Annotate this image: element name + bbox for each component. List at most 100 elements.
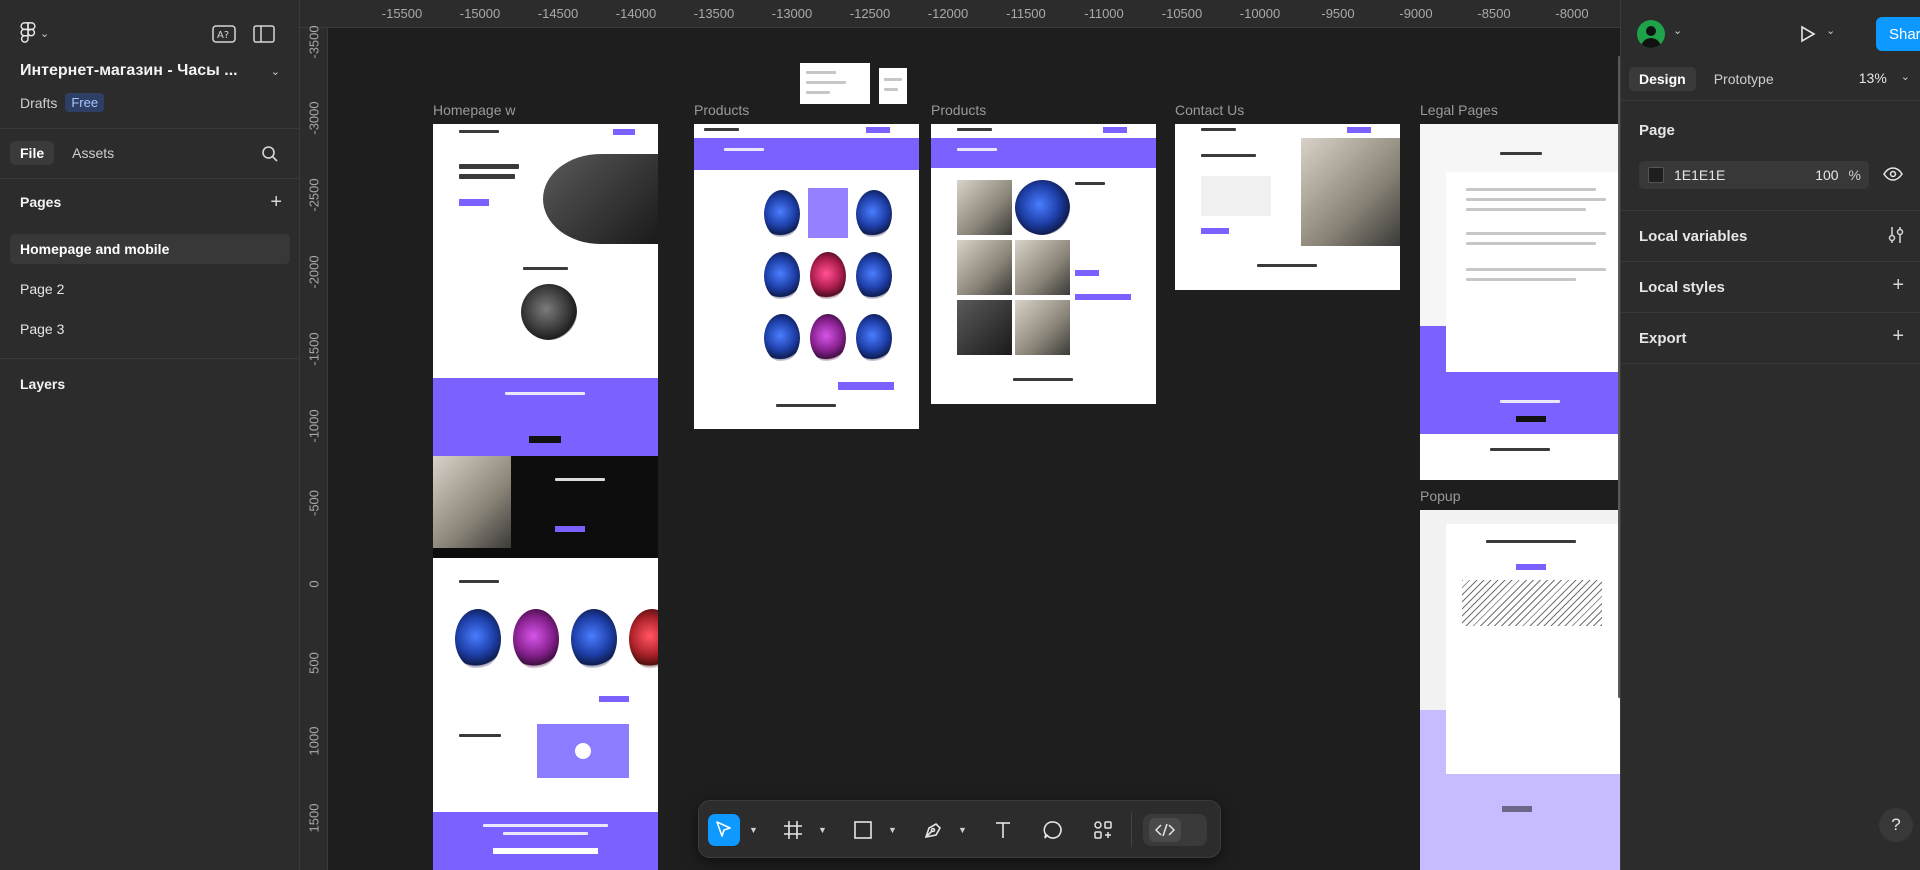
- small-frame-thumbnail[interactable]: [879, 68, 907, 104]
- help-button[interactable]: ?: [1879, 808, 1913, 842]
- layers-title: Layers: [20, 376, 66, 392]
- ruler-tick-label: 1000: [306, 726, 322, 756]
- file-title-row[interactable]: Интернет-магазин - Часы ... ⌄: [20, 62, 280, 80]
- text-tool-button[interactable]: [987, 814, 1019, 846]
- local-variables-title[interactable]: Local variables: [1639, 228, 1747, 245]
- file-location[interactable]: Drafts: [20, 95, 57, 111]
- tab-assets[interactable]: Assets: [62, 141, 124, 165]
- legal-footer: [1420, 434, 1620, 480]
- left-panel-top-bar: ⌄ A?: [20, 22, 280, 46]
- ruler-tick-label: 500: [306, 652, 322, 674]
- dev-mode-toggle[interactable]: [1143, 814, 1207, 846]
- ruler-tick-label: -14000: [615, 6, 657, 21]
- background-opacity-value[interactable]: 100: [1809, 167, 1838, 183]
- frame-label-popup[interactable]: Popup: [1420, 488, 1460, 504]
- chevron-down-icon[interactable]: ▼: [888, 825, 897, 835]
- svg-text:A?: A?: [217, 30, 229, 41]
- product-watch-image: [856, 314, 892, 362]
- page-item-homepage-and-mobile[interactable]: Homepage and mobile: [10, 234, 290, 264]
- footer-logo: [776, 404, 836, 407]
- add-export-icon[interactable]: +: [1892, 325, 1904, 348]
- legal-content-card: [1446, 172, 1620, 372]
- ruler-tick-label: -11500: [1006, 6, 1046, 21]
- frame-products[interactable]: [694, 124, 919, 429]
- product-watch-image: [764, 314, 800, 362]
- user-avatar[interactable]: [1637, 20, 1665, 48]
- frame-label-contact-us[interactable]: Contact Us: [1175, 102, 1244, 118]
- frame-contact-us[interactable]: [1175, 124, 1400, 290]
- rectangle-tool-button[interactable]: [847, 814, 879, 846]
- chevron-down-icon[interactable]: ▼: [958, 825, 967, 835]
- product-photo: [957, 180, 1012, 235]
- frame-homepage[interactable]: [433, 124, 658, 870]
- frame-product-detail[interactable]: [931, 124, 1156, 404]
- share-button[interactable]: Share: [1876, 17, 1920, 51]
- divider: [0, 178, 300, 179]
- tab-file[interactable]: File: [10, 141, 55, 165]
- chevron-down-icon[interactable]: ⌄: [1901, 70, 1910, 86]
- page-section-title: Page: [1639, 122, 1675, 139]
- search-icon: [262, 146, 278, 162]
- add-style-icon[interactable]: +: [1892, 274, 1904, 297]
- banner-heading: [957, 148, 997, 151]
- product-card-hover: [808, 188, 848, 238]
- chevron-down-icon[interactable]: ▼: [749, 825, 758, 835]
- divider: [0, 358, 300, 359]
- footer-logo: [1013, 378, 1073, 381]
- main-menu-button[interactable]: ⌄: [20, 22, 49, 44]
- frame-label-legal-pages[interactable]: Legal Pages: [1420, 102, 1498, 118]
- frame-legal-pages[interactable]: [1420, 124, 1620, 480]
- present-button[interactable]: [1793, 22, 1821, 46]
- product-watch-image: [764, 190, 800, 238]
- frame-label-products[interactable]: Products: [931, 102, 986, 118]
- color-swatch[interactable]: [1648, 167, 1664, 183]
- page-background-field[interactable]: 1E1E1E 100 %: [1639, 161, 1869, 189]
- ruler-tick-label: -14500: [537, 6, 579, 21]
- chevron-down-icon[interactable]: ▼: [818, 825, 827, 835]
- product-watch-image: [856, 190, 892, 238]
- frame-popup[interactable]: [1420, 510, 1620, 870]
- zoom-level[interactable]: 13%: [1859, 70, 1887, 86]
- file-title[interactable]: Интернет-магазин - Часы ...: [20, 62, 238, 80]
- canvas[interactable]: Homepage w Products Products Contact Us …: [328, 28, 1620, 870]
- background-hex-value[interactable]: 1E1E1E: [1674, 167, 1809, 183]
- zoom-control[interactable]: 13% ⌄: [1859, 70, 1910, 86]
- placeholder-text: [806, 71, 836, 74]
- footer-logo: [1257, 264, 1317, 267]
- move-tool-button[interactable]: [708, 814, 740, 846]
- export-title[interactable]: Export: [1639, 330, 1687, 347]
- placeholder-text: [1466, 198, 1606, 201]
- delivery-heading: [1500, 152, 1542, 155]
- add-page-icon[interactable]: +: [270, 192, 282, 212]
- page-item-page-3[interactable]: Page 3: [10, 314, 290, 344]
- newsletter-input: [493, 848, 598, 854]
- pen-tool-button[interactable]: [917, 814, 949, 846]
- search-button[interactable]: [256, 142, 284, 166]
- actions-tool-button[interactable]: [1087, 814, 1119, 846]
- frame-tool-button[interactable]: [777, 814, 809, 846]
- ruler-tick-label: 1500: [306, 803, 322, 833]
- visibility-toggle[interactable]: [1883, 166, 1903, 185]
- small-frame-thumbnail[interactable]: [800, 63, 870, 104]
- frame-label-homepage[interactable]: Homepage w: [433, 102, 516, 118]
- load-more-button: [838, 382, 894, 390]
- page-item-page-2[interactable]: Page 2: [10, 274, 290, 304]
- chevron-down-icon[interactable]: ⌄: [1826, 24, 1835, 37]
- tab-prototype[interactable]: Prototype: [1704, 67, 1784, 91]
- tab-design[interactable]: Design: [1629, 67, 1696, 91]
- file-location-row: Drafts Free: [20, 93, 105, 112]
- comment-tool-button[interactable]: [1037, 814, 1069, 846]
- watches-heading: [459, 580, 499, 583]
- product-photo: [957, 240, 1012, 295]
- chevron-down-icon[interactable]: ⌄: [271, 65, 280, 78]
- variables-icon[interactable]: [1888, 226, 1904, 250]
- chevron-down-icon[interactable]: ⌄: [1673, 24, 1682, 37]
- nav-button: [866, 127, 890, 133]
- local-styles-title[interactable]: Local styles: [1639, 279, 1725, 296]
- product-photo: [1015, 240, 1070, 295]
- eye-icon: [1883, 167, 1903, 181]
- frame-label-products[interactable]: Products: [694, 102, 749, 118]
- toggle-sidebar-button[interactable]: [250, 22, 278, 46]
- font-replace-button[interactable]: A?: [210, 22, 238, 46]
- ruler-tick-label: -1000: [306, 409, 322, 443]
